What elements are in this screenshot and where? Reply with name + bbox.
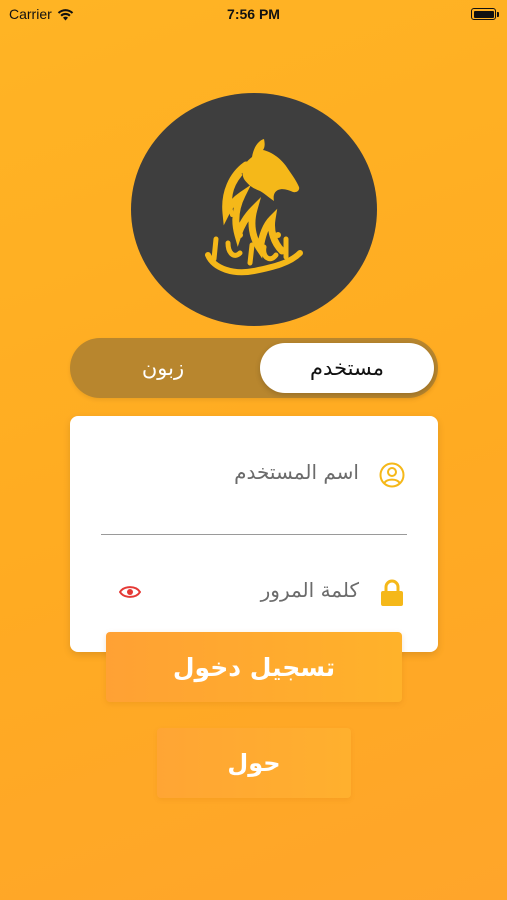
app-logo [131, 93, 377, 326]
battery-icon [471, 8, 499, 20]
role-option-customer[interactable]: زبون [74, 343, 252, 393]
status-bar: Carrier 7:56 PM [0, 0, 507, 28]
password-placeholder: كلمة المرور [260, 578, 359, 602]
battery-level [473, 10, 494, 18]
username-placeholder: اسم المستخدم [234, 460, 359, 484]
role-toggle: زبون مستخدم [70, 338, 438, 398]
password-field[interactable]: كلمة المرور [101, 568, 407, 618]
user-circle-icon [377, 460, 407, 490]
login-button[interactable]: تسجيل دخول [106, 632, 402, 702]
username-field[interactable]: اسم المستخدم [101, 450, 407, 500]
login-form: اسم المستخدم كلمة المرور [70, 416, 438, 652]
status-time: 7:56 PM [227, 6, 280, 22]
role-option-user[interactable]: مستخدم [260, 343, 434, 393]
eye-icon[interactable] [119, 584, 141, 600]
horse-head-logo [205, 138, 303, 275]
lock-icon [377, 578, 407, 608]
username-underline [101, 534, 407, 535]
about-button[interactable]: حول [157, 728, 351, 798]
